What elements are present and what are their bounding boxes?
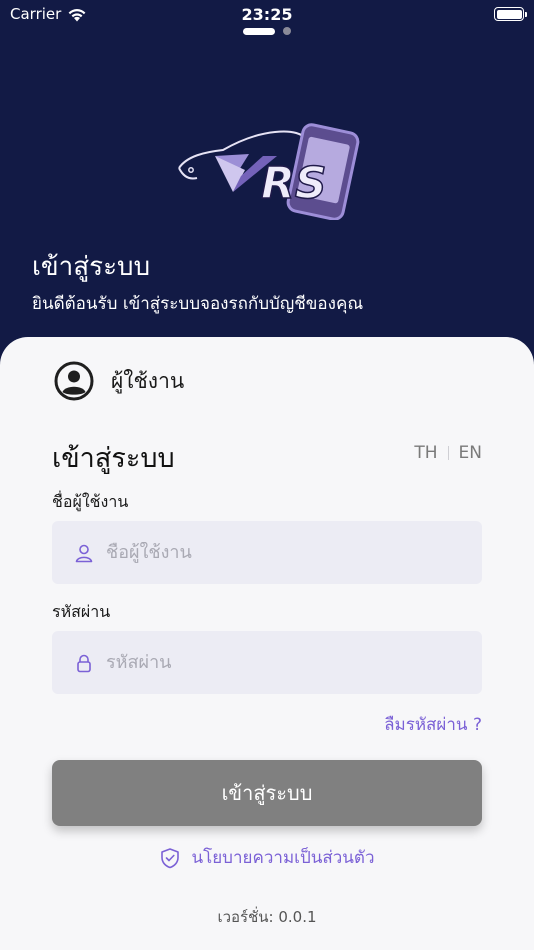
version-text: เวอร์ชั่น: 0.0.1 bbox=[217, 908, 317, 926]
status-bar: Carrier 23:25 bbox=[0, 0, 534, 28]
username-field[interactable] bbox=[52, 521, 482, 584]
password-label: รหัสผ่าน bbox=[52, 602, 111, 621]
battery-icon bbox=[494, 7, 527, 21]
user-circle-icon bbox=[54, 361, 94, 401]
svg-text:RS: RS bbox=[261, 158, 327, 209]
username-input[interactable] bbox=[106, 542, 426, 563]
password-input[interactable] bbox=[106, 652, 426, 673]
clock: 23:25 bbox=[241, 5, 293, 24]
person-icon bbox=[75, 544, 93, 562]
shield-check-icon bbox=[161, 847, 180, 868]
forgot-password-link[interactable]: ลืมรหัสผ่าน ? bbox=[384, 711, 482, 738]
lang-en-option[interactable]: EN bbox=[459, 443, 482, 463]
page-indicator[interactable] bbox=[0, 27, 534, 35]
language-switch: TH EN bbox=[414, 443, 482, 463]
form-title: เข้าสู่ระบบ bbox=[52, 443, 175, 474]
lock-icon bbox=[77, 654, 91, 672]
account-type-label: ผู้ใช้งาน bbox=[111, 368, 185, 393]
password-field[interactable] bbox=[52, 631, 482, 694]
login-button[interactable]: เข้าสู่ระบบ bbox=[52, 760, 482, 826]
username-label: ชื่อผู้ใช้งาน bbox=[52, 492, 129, 511]
privacy-policy-link[interactable]: นโยบายความเป็นส่วนตัว bbox=[0, 844, 534, 871]
lang-th-option[interactable]: TH bbox=[414, 443, 437, 463]
lang-divider bbox=[447, 446, 449, 460]
page-dot[interactable] bbox=[283, 27, 291, 35]
hero-title: เข้าสู่ระบบ bbox=[32, 252, 151, 282]
battery-level bbox=[496, 9, 522, 19]
account-type-row[interactable]: ผู้ใช้งาน bbox=[53, 360, 184, 402]
privacy-policy-label[interactable]: นโยบายความเป็นส่วนตัว bbox=[191, 844, 374, 871]
hero-subtitle: ยินดีต้อนรับ เข้าสู่ระบบจองรถกับบัญชีของ… bbox=[32, 294, 364, 314]
page-dot-active[interactable] bbox=[243, 27, 275, 35]
vrs-logo: RS bbox=[178, 123, 360, 220]
login-card: ผู้ใช้งาน เข้าสู่ระบบ TH EN ชื่อผู้ใช้งา… bbox=[0, 337, 534, 950]
